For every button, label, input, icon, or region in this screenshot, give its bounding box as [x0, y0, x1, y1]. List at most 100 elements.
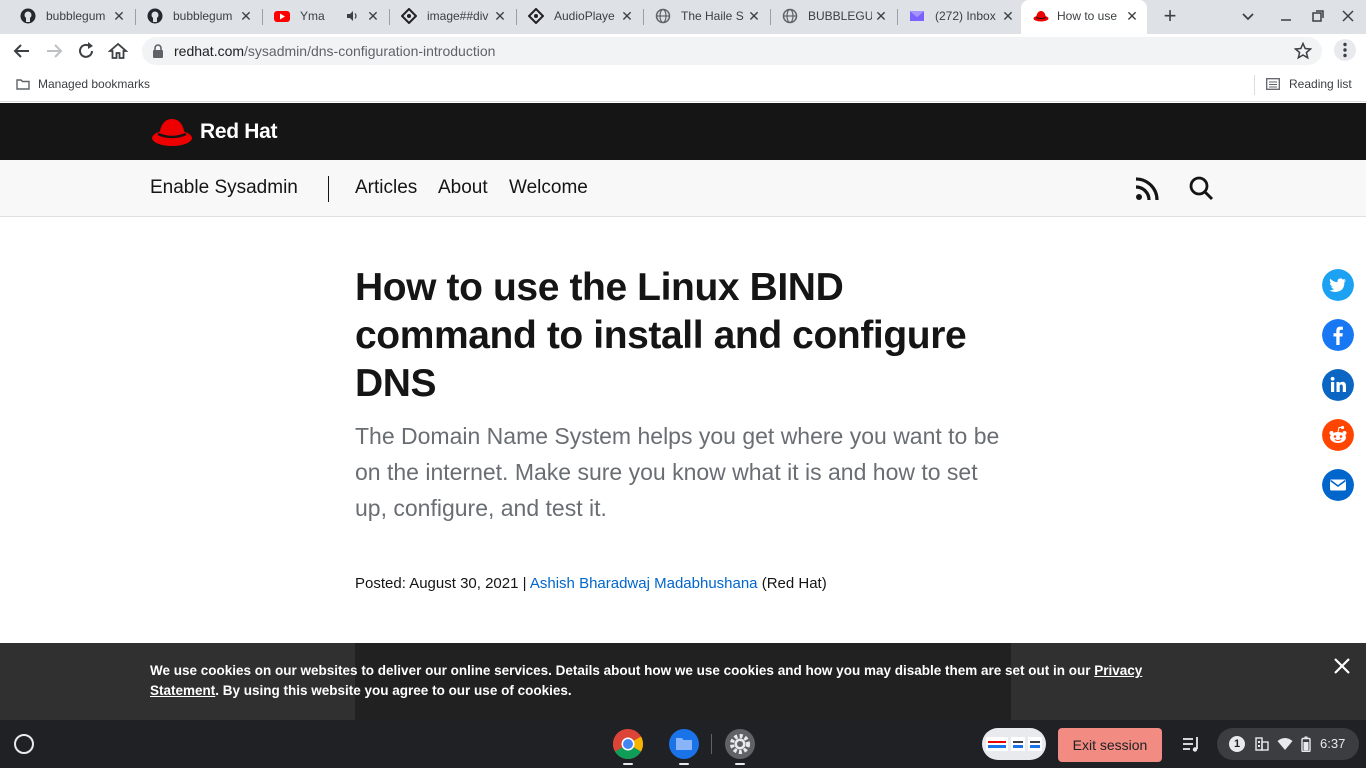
cookie-text: We use cookies on our websites to delive…: [150, 661, 1150, 701]
redhat-wordmark[interactable]: Red Hat: [200, 120, 278, 144]
cookie-banner: We use cookies on our websites to delive…: [0, 643, 1366, 720]
url-path: /sysadmin/dns-configuration-introduction: [244, 43, 496, 59]
reading-list[interactable]: Reading list: [1289, 77, 1352, 91]
facebook-icon[interactable]: [1322, 319, 1354, 351]
tab-title: (272) Inbox: [935, 9, 996, 23]
article-byline: Posted: August 30, 2021 | Ashish Bharadw…: [355, 575, 827, 592]
author-affiliation: (Red Hat): [761, 575, 827, 592]
exit-session-button[interactable]: Exit session: [1058, 728, 1162, 762]
youtube-icon: [274, 11, 290, 22]
speaker-icon[interactable]: [346, 10, 358, 22]
files-active-dot: [679, 763, 689, 765]
chromeos-shelf: Exit session 1 6:37: [0, 720, 1366, 768]
tab-5[interactable]: AudioPlaye ✕: [508, 0, 644, 34]
nav-about[interactable]: About: [438, 177, 488, 199]
tab-4[interactable]: image##div ✕: [381, 0, 517, 34]
posted-date: Posted: August 30, 2021 |: [355, 575, 527, 592]
tab-6[interactable]: The Haile S ✕: [635, 0, 771, 34]
shelf-divider: [711, 734, 712, 754]
article-subtitle: The Domain Name System helps you get whe…: [355, 423, 1000, 521]
tab-close-icon[interactable]: ✕: [239, 8, 253, 24]
media-controls-icon[interactable]: [1180, 733, 1202, 755]
tab-8[interactable]: (272) Inbox ✕: [889, 0, 1025, 34]
github-icon: [20, 8, 36, 24]
desks-thumbnails[interactable]: [982, 728, 1046, 760]
tab-close-icon[interactable]: ✕: [874, 8, 888, 24]
reddit-icon[interactable]: [1322, 419, 1354, 451]
reading-list-icon[interactable]: [1266, 78, 1280, 90]
redhat-logo-icon[interactable]: [151, 115, 193, 149]
tab-title: The Haile S: [681, 9, 744, 23]
author-link[interactable]: Ashish Bharadwaj Madabhushana: [530, 575, 758, 592]
site-header: Red Hat: [0, 103, 1366, 160]
new-tab-icon[interactable]: +: [1160, 5, 1180, 27]
launcher-icon[interactable]: [14, 734, 34, 754]
forward-icon[interactable]: [44, 41, 64, 61]
notification-badge[interactable]: 1: [1229, 736, 1245, 752]
linkedin-icon[interactable]: [1322, 369, 1354, 401]
globe-icon: [655, 8, 671, 24]
more-vert-icon: [1343, 42, 1347, 58]
email-icon[interactable]: [1322, 469, 1354, 501]
replit-icon: [401, 8, 417, 24]
star-icon[interactable]: [1294, 42, 1312, 60]
search-icon[interactable]: [1188, 175, 1214, 201]
bookmarks-bar: Managed bookmarks Reading list: [0, 68, 1366, 102]
cookie-text-after: . By using this website you agree to our…: [215, 683, 572, 698]
browser-toolbar: redhat.com/sysadmin/dns-configuration-in…: [0, 34, 1366, 68]
settings-active-dot: [735, 763, 745, 765]
tab-title: AudioPlaye: [554, 9, 615, 23]
replit-icon: [528, 8, 544, 24]
tab-3[interactable]: Yma Su ✕: [254, 0, 390, 34]
tab-close-icon[interactable]: ✕: [493, 8, 507, 24]
subnav-divider: [328, 176, 329, 202]
enable-sysadmin-link[interactable]: Enable Sysadmin: [150, 177, 298, 199]
tab-title: BUBBLEGUI: [808, 9, 872, 23]
battery-icon: [1301, 736, 1311, 752]
tab-close-icon[interactable]: ✕: [1001, 8, 1015, 24]
tab-close-icon[interactable]: ✕: [112, 8, 126, 24]
home-icon[interactable]: [108, 41, 128, 61]
browser-menu-button[interactable]: [1334, 39, 1356, 61]
nav-articles[interactable]: Articles: [355, 177, 417, 199]
chevron-down-icon[interactable]: [1240, 8, 1256, 24]
minimize-icon[interactable]: [1278, 8, 1294, 24]
chrome-active-dot: [623, 763, 633, 765]
nav-welcome[interactable]: Welcome: [509, 177, 588, 199]
status-tray[interactable]: 1 6:37: [1217, 728, 1359, 760]
restore-icon[interactable]: [1310, 8, 1326, 24]
managed-bookmarks[interactable]: Managed bookmarks: [38, 77, 150, 91]
files-icon[interactable]: [668, 728, 700, 760]
redhat-icon: [1033, 11, 1049, 22]
tab-strip: bubblegum ✕ bubblegum ✕ Yma Su ✕ image##…: [0, 0, 1366, 34]
tab-9-active[interactable]: How to use ✕: [1021, 0, 1147, 34]
tab-title: bubblegum: [46, 9, 106, 23]
github-icon: [147, 8, 163, 24]
folder-icon[interactable]: [16, 77, 30, 91]
tab-close-icon[interactable]: ✕: [366, 8, 380, 24]
twitter-icon[interactable]: [1322, 269, 1354, 301]
tab-close-icon[interactable]: ✕: [1125, 8, 1139, 24]
tab-close-icon[interactable]: ✕: [747, 8, 761, 24]
desk-preview-icon: [986, 737, 1042, 751]
clock: 6:37: [1320, 736, 1346, 751]
chrome-icon[interactable]: [612, 728, 644, 760]
tab-7[interactable]: BUBBLEGUI ✕: [762, 0, 898, 34]
article-title: How to use the Linux BIND command to ins…: [355, 266, 967, 405]
lock-icon[interactable]: [152, 44, 164, 58]
tab-title: How to use: [1057, 9, 1118, 23]
settings-icon[interactable]: [724, 728, 756, 760]
reload-icon[interactable]: [76, 41, 96, 61]
close-window-icon[interactable]: [1340, 8, 1356, 24]
address-bar[interactable]: redhat.com/sysadmin/dns-configuration-in…: [142, 37, 1322, 65]
tab-1[interactable]: bubblegum ✕: [0, 0, 136, 34]
back-icon[interactable]: [12, 41, 32, 61]
url-text[interactable]: redhat.com/sysadmin/dns-configuration-in…: [174, 43, 495, 59]
close-icon[interactable]: [1333, 657, 1351, 675]
cookie-text-before: We use cookies on our websites to delive…: [150, 663, 1095, 678]
tab-2[interactable]: bubblegum ✕: [127, 0, 263, 34]
globe-icon: [782, 8, 798, 24]
url-host: redhat.com: [174, 43, 245, 59]
rss-icon[interactable]: [1135, 177, 1159, 201]
tab-close-icon[interactable]: ✕: [620, 8, 634, 24]
